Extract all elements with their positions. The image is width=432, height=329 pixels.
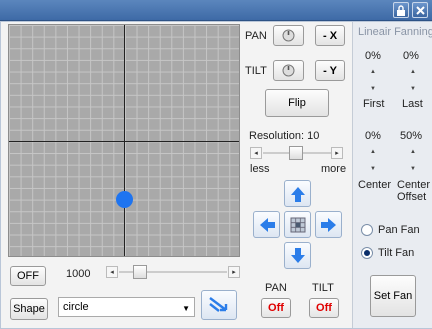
tilt-fan-label: Tilt Fan [378,247,415,259]
arrow-right-icon [320,217,336,232]
more-label: more [321,163,347,175]
minus-x-button[interactable]: - X [315,25,345,46]
set-fan-button[interactable]: Set Fan [370,275,416,317]
off-button[interactable]: OFF [10,266,46,286]
fanning-panel: Lineair Fanning 0% 0% ▲ ▼ ▲ ▼ First Last… [352,22,432,328]
center-label: Center [358,179,392,191]
offset-label: Center Offset [397,179,431,203]
pan-label: PAN [245,30,267,42]
chevron-down-icon: ▼ [182,304,190,313]
first-label: First [363,98,385,110]
move-down-button[interactable] [284,242,311,269]
resolution-decrease-button[interactable]: ◂ [250,147,262,159]
pan-fan-label: Pan Fan [378,224,420,236]
grid-center-icon [290,217,305,232]
scroll-left-button[interactable]: ◂ [106,266,118,278]
arrow-up-icon [290,186,305,202]
pan-invert-button[interactable] [273,25,304,46]
first-down-icon[interactable]: ▼ [367,84,379,94]
last-up-icon[interactable]: ▲ [407,67,419,77]
offset-down-icon[interactable]: ▼ [407,164,419,174]
center-up-icon[interactable]: ▲ [367,147,379,157]
resolution-increase-button[interactable]: ▸ [331,147,343,159]
resolution-slider-thumb[interactable] [288,146,303,160]
knob-icon [282,64,295,77]
radio-selected-dot [364,250,370,256]
center-value: 0% [365,130,381,142]
fanning-title: Lineair Fanning [358,26,432,38]
shape-select-value: circle [63,301,89,313]
title-bar [0,0,432,21]
diagonal-arrows-icon [209,297,228,312]
tilt-label: TILT [245,65,267,77]
move-right-button[interactable] [315,211,342,238]
lock-icon[interactable] [393,2,409,18]
shuffle-button[interactable] [201,290,237,320]
pan-bottom-label: PAN [265,282,287,294]
scroll-right-button[interactable]: ▸ [228,266,240,278]
tilt-bottom-label: TILT [312,282,334,294]
position-handle[interactable] [116,191,133,208]
offset-value: 50% [400,130,423,142]
pan-off-button[interactable]: Off [261,298,291,318]
flip-button[interactable]: Flip [265,89,329,117]
close-icon[interactable] [412,2,428,18]
minus-y-button[interactable]: - Y [315,60,345,81]
center-button[interactable] [284,211,311,238]
first-value: 0% [365,50,381,62]
move-left-button[interactable] [253,211,280,238]
offset-up-icon[interactable]: ▲ [407,147,419,157]
tilt-fan-option[interactable]: Tilt Fan [361,247,414,259]
knob-icon [282,29,295,42]
tilt-invert-button[interactable] [273,60,304,81]
center-down-icon[interactable]: ▼ [367,164,379,174]
arrow-left-icon [259,217,275,232]
pan-fan-radio[interactable] [361,224,373,236]
last-value: 0% [403,50,419,62]
speed-value: 1000 [66,268,91,280]
tilt-off-button[interactable]: Off [309,298,339,318]
less-label: less [250,163,270,175]
move-up-button[interactable] [284,180,311,207]
pan-fan-option[interactable]: Pan Fan [361,224,420,236]
xy-pad[interactable] [8,24,240,257]
first-up-icon[interactable]: ▲ [367,67,379,77]
shape-select[interactable]: circle ▼ [58,297,195,317]
shape-button[interactable]: Shape [10,298,48,320]
speed-slider-thumb[interactable] [133,265,147,279]
arrow-down-icon [290,247,305,263]
resolution-label: Resolution: 10 [249,130,320,142]
tilt-fan-radio[interactable] [361,247,373,259]
last-down-icon[interactable]: ▼ [407,84,419,94]
y-axis-line [124,25,125,256]
last-label: Last [402,98,423,110]
